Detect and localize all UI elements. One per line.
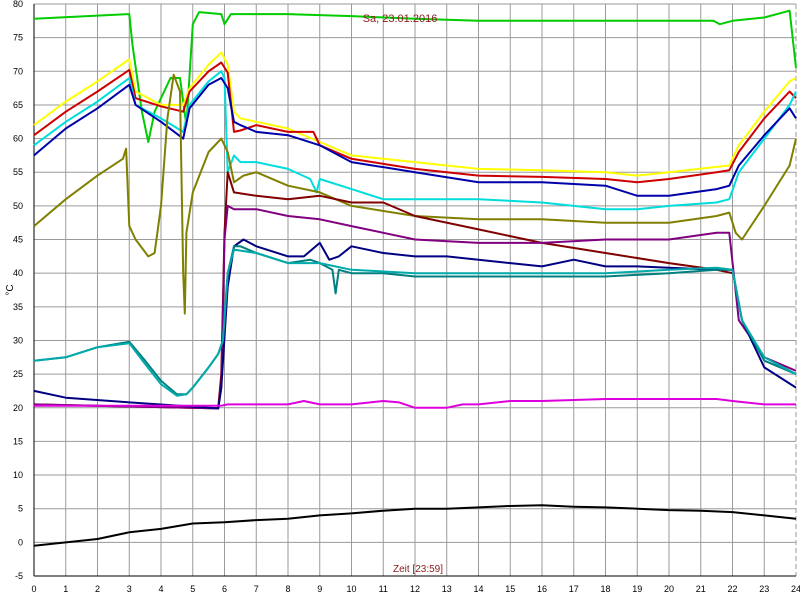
y-tick-label: 10 — [13, 470, 23, 480]
grid-layer — [33, 3, 797, 577]
x-tick-label: 5 — [190, 584, 195, 594]
x-tick-label: 16 — [537, 584, 547, 594]
x-tick-label: 13 — [442, 584, 452, 594]
x-tick-label: 17 — [569, 584, 579, 594]
y-tick-label: 25 — [13, 369, 23, 379]
x-tick-label: 24 — [791, 584, 800, 594]
y-tick-label: 50 — [13, 201, 23, 211]
y-tick-label: -5 — [15, 571, 23, 581]
y-tick-label: 20 — [13, 403, 23, 413]
x-tick-label: 10 — [346, 584, 356, 594]
y-tick-label: 80 — [13, 0, 23, 9]
x-tick-label: 7 — [254, 584, 259, 594]
y-tick-label: 30 — [13, 335, 23, 345]
x-tick-label: 23 — [759, 584, 769, 594]
y-tick-label: 5 — [18, 504, 23, 514]
y-tick-label: 70 — [13, 66, 23, 76]
x-tick-label: 20 — [664, 584, 674, 594]
x-tick-label: 14 — [473, 584, 483, 594]
x-tick-label: 18 — [600, 584, 610, 594]
y-tick-label: 65 — [13, 100, 23, 110]
y-tick-label: 35 — [13, 302, 23, 312]
chart-title: Sa, 23.01.2016 — [363, 13, 438, 25]
y-tick-label: 0 — [18, 537, 23, 547]
x-tick-label: 4 — [158, 584, 163, 594]
x-tick-label: 15 — [505, 584, 515, 594]
x-tick-label: 12 — [410, 584, 420, 594]
y-tick-label: 60 — [13, 134, 23, 144]
x-tick-label: 22 — [727, 584, 737, 594]
x-tick-label: 6 — [222, 584, 227, 594]
x-tick-label: 1 — [63, 584, 68, 594]
x-tick-label: 2 — [95, 584, 100, 594]
x-tick-label: 3 — [127, 584, 132, 594]
y-tick-label: 45 — [13, 235, 23, 245]
y-axis-label: °C — [5, 284, 16, 295]
y-tick-label: 55 — [13, 167, 23, 177]
x-tick-label: 9 — [317, 584, 322, 594]
temperature-line-chart: 0 1 2 3 4 5 6 7 8 9 10 11 12 13 14 15 16 17 18 19 20 21 22 23 24… — [5, 0, 800, 594]
chart-root: 0 1 2 3 4 5 6 7 8 9 10 11 12 13 14 15 16 17 18 19 20 21 22 23 24… — [0, 0, 800, 600]
x-tick-label: 8 — [285, 584, 290, 594]
y-tick-label: 75 — [13, 33, 23, 43]
x-tick-label: 19 — [632, 584, 642, 594]
x-tick-label: 11 — [379, 584, 388, 594]
y-tick-label: 15 — [13, 436, 23, 446]
y-tick-label: 40 — [13, 268, 23, 278]
x-tick-label: 21 — [696, 584, 706, 594]
x-tick-label: 0 — [31, 584, 36, 594]
x-axis-label: Zeit [23:59] — [393, 564, 443, 575]
